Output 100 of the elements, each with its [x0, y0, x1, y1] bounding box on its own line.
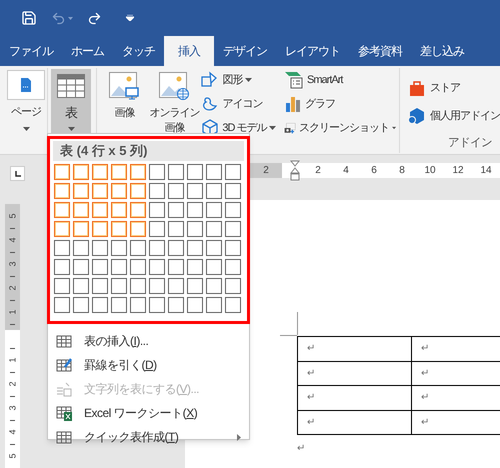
table-cell[interactable]: ↵	[412, 336, 500, 361]
grid-cell[interactable]	[149, 297, 165, 313]
grid-cell[interactable]	[54, 164, 70, 180]
grid-cell[interactable]	[225, 297, 241, 313]
ribbon-tab[interactable]: ファイル	[0, 36, 62, 66]
grid-cell[interactable]	[187, 221, 203, 237]
ribbon-button[interactable]: 図形	[201, 69, 284, 91]
grid-cell[interactable]	[187, 259, 203, 275]
grid-cell[interactable]	[130, 183, 146, 199]
grid-cell[interactable]	[206, 221, 222, 237]
grid-cell[interactable]	[168, 297, 184, 313]
grid-cell[interactable]	[73, 183, 89, 199]
grid-cell[interactable]	[206, 202, 222, 218]
grid-cell[interactable]	[187, 164, 203, 180]
grid-cell[interactable]	[149, 183, 165, 199]
grid-cell[interactable]	[225, 202, 241, 218]
grid-cell[interactable]	[206, 240, 222, 256]
grid-cell[interactable]	[54, 259, 70, 275]
grid-cell[interactable]	[54, 240, 70, 256]
grid-cell[interactable]	[130, 259, 146, 275]
ribbon-button[interactable]: ストア	[408, 74, 500, 102]
grid-cell[interactable]	[206, 164, 222, 180]
grid-cell[interactable]	[149, 202, 165, 218]
grid-cell[interactable]	[168, 164, 184, 180]
grid-cell[interactable]	[73, 202, 89, 218]
grid-cell[interactable]	[92, 259, 108, 275]
grid-cell[interactable]	[73, 240, 89, 256]
grid-cell[interactable]	[168, 278, 184, 294]
ribbon-button[interactable]: 個人用アドイン	[408, 102, 500, 130]
grid-cell[interactable]	[111, 221, 127, 237]
page-button[interactable]: ページ	[7, 70, 45, 130]
table-cell[interactable]: ↵	[298, 410, 412, 434]
ribbon-tab[interactable]: デザイン	[214, 36, 276, 66]
grid-cell[interactable]	[225, 278, 241, 294]
grid-cell[interactable]	[54, 202, 70, 218]
grid-cell[interactable]	[149, 221, 165, 237]
menu-item[interactable]: 罫線を引く(D)	[48, 353, 249, 377]
grid-cell[interactable]	[73, 259, 89, 275]
menu-item[interactable]: 表の挿入(I)...	[48, 329, 249, 353]
grid-cell[interactable]	[130, 278, 146, 294]
grid-cell[interactable]	[73, 278, 89, 294]
grid-cell[interactable]	[111, 202, 127, 218]
grid-cell[interactable]	[187, 240, 203, 256]
grid-cell[interactable]	[111, 183, 127, 199]
grid-cell[interactable]	[92, 221, 108, 237]
grid-cell[interactable]	[206, 297, 222, 313]
grid-cell[interactable]	[130, 202, 146, 218]
tab-selector[interactable]	[10, 166, 25, 181]
pictures-button[interactable]: 画像	[101, 72, 148, 121]
grid-cell[interactable]	[130, 164, 146, 180]
grid-cell[interactable]	[111, 278, 127, 294]
grid-cell[interactable]	[111, 259, 127, 275]
grid-cell[interactable]	[187, 297, 203, 313]
ribbon-button[interactable]: 3D モデル	[201, 117, 284, 139]
grid-cell[interactable]	[149, 259, 165, 275]
ribbon-button[interactable]: SmartArt	[284, 69, 396, 91]
grid-cell[interactable]	[92, 183, 108, 199]
menu-item[interactable]: クイック表作成(T)	[48, 425, 249, 449]
grid-cell[interactable]	[225, 183, 241, 199]
grid-cell[interactable]	[54, 221, 70, 237]
grid-cell[interactable]	[92, 202, 108, 218]
grid-cell[interactable]	[187, 278, 203, 294]
menu-item[interactable]: Excel ワークシート(X)	[48, 401, 249, 425]
save-icon[interactable]	[21, 10, 37, 26]
caret-icon[interactable]	[68, 16, 73, 20]
grid-cell[interactable]	[111, 164, 127, 180]
grid-cell[interactable]	[168, 259, 184, 275]
table-button[interactable]: 表	[50, 69, 92, 136]
grid-cell[interactable]	[187, 202, 203, 218]
table-cell[interactable]: ↵	[298, 336, 412, 361]
ribbon-tab[interactable]: ホーム	[62, 36, 113, 66]
grid-cell[interactable]	[149, 164, 165, 180]
grid-cell[interactable]	[168, 202, 184, 218]
grid-cell[interactable]	[149, 240, 165, 256]
grid-cell[interactable]	[225, 259, 241, 275]
grid-cell[interactable]	[130, 221, 146, 237]
grid-cell[interactable]	[130, 240, 146, 256]
ribbon-button[interactable]: アイコン	[201, 93, 284, 115]
ribbon-tab[interactable]: 参考資料	[349, 36, 411, 66]
grid-cell[interactable]	[54, 297, 70, 313]
ribbon-button[interactable]: スクリーンショット	[284, 117, 396, 139]
grid-cell[interactable]	[206, 259, 222, 275]
ribbon-button[interactable]: グラフ	[284, 93, 396, 115]
grid-cell[interactable]	[73, 164, 89, 180]
grid-cell[interactable]	[54, 278, 70, 294]
grid-cell[interactable]	[92, 240, 108, 256]
grid-cell[interactable]	[111, 297, 127, 313]
grid-cell[interactable]	[92, 278, 108, 294]
grid-cell[interactable]	[130, 297, 146, 313]
grid-cell[interactable]	[168, 221, 184, 237]
ribbon-tab[interactable]: レイアウト	[276, 36, 349, 66]
grid-cell[interactable]	[168, 240, 184, 256]
customize-icon[interactable]	[126, 15, 134, 21]
grid-cell[interactable]	[73, 221, 89, 237]
redo-icon[interactable]	[87, 10, 102, 26]
grid-cell[interactable]	[206, 278, 222, 294]
grid-cell[interactable]	[206, 183, 222, 199]
table-cell[interactable]: ↵	[298, 386, 412, 410]
grid-cell[interactable]	[111, 240, 127, 256]
ribbon-tab[interactable]: 差し込み	[411, 36, 473, 66]
